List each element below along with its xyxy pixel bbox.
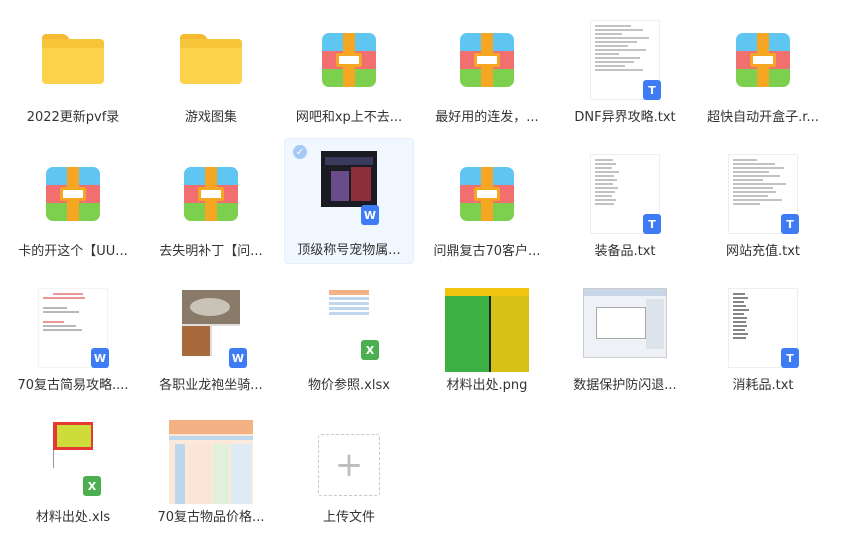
excel-badge-icon: X xyxy=(361,340,379,360)
archive-icon xyxy=(460,167,514,221)
file-name: 去失明补丁【问... xyxy=(159,244,263,259)
thumbnail: W xyxy=(25,288,121,378)
txt-badge-icon: T xyxy=(781,214,799,234)
thumbnail xyxy=(439,20,535,110)
file-tile[interactable]: W 各职业龙袍坐骑... xyxy=(146,278,276,404)
file-tile[interactable]: 游戏图集 xyxy=(146,10,276,136)
file-tile[interactable]: 最好用的连发，... xyxy=(422,10,552,136)
file-tile-selected[interactable]: ✓ W 顶级称号宠物属... xyxy=(284,138,414,264)
thumbnail: + xyxy=(301,420,397,510)
file-name: 卡的开这个【UU... xyxy=(18,244,128,259)
file-tile[interactable]: T 消耗品.txt xyxy=(698,278,828,404)
thumbnail xyxy=(301,20,397,110)
file-tile[interactable]: 网吧和xp上不去... xyxy=(284,10,414,136)
txt-badge-icon: T xyxy=(643,214,661,234)
upload-label: 上传文件 xyxy=(322,510,375,525)
folder-icon xyxy=(42,34,104,84)
word-badge-icon: W xyxy=(361,205,379,225)
thumbnail xyxy=(163,20,259,110)
file-name: 70复古物品价格... xyxy=(157,510,265,525)
table-image xyxy=(445,288,529,372)
word-badge-icon: W xyxy=(91,348,109,368)
file-tile[interactable]: 超快自动开盒子.r... xyxy=(698,10,828,136)
file-name: 2022更新pvf录 xyxy=(26,110,120,125)
archive-icon xyxy=(46,167,100,221)
plus-icon: + xyxy=(334,445,364,485)
file-name: 装备品.txt xyxy=(594,244,656,259)
price-table-image xyxy=(169,420,253,504)
upload-button[interactable]: + xyxy=(318,434,380,496)
file-name: 材料出处.xls xyxy=(35,510,111,525)
file-tile[interactable]: T 装备品.txt xyxy=(560,144,690,270)
thumbnail: T xyxy=(715,288,811,378)
thumbnail xyxy=(577,288,673,378)
thumbnail xyxy=(163,154,259,244)
txt-badge-icon: T xyxy=(781,348,799,368)
txt-badge-icon: T xyxy=(643,80,661,100)
dialog-screenshot-image xyxy=(583,288,667,358)
game-screenshot-image xyxy=(321,151,377,207)
file-name: 数据保护防闪退... xyxy=(573,378,677,393)
file-name: DNF异界攻略.txt xyxy=(574,110,676,125)
file-name: 网吧和xp上不去... xyxy=(295,110,403,125)
file-tile[interactable]: 材料出处.png xyxy=(422,278,552,404)
file-tile[interactable]: T 网站充值.txt xyxy=(698,144,828,270)
mount-image xyxy=(182,290,240,356)
file-tile[interactable]: 2022更新pvf录 xyxy=(8,10,138,136)
thumbnail: X xyxy=(25,420,121,510)
file-tile[interactable]: 去失明补丁【问... xyxy=(146,144,276,270)
file-name: 最好用的连发，... xyxy=(435,110,539,125)
file-name: 问鼎复古70客户... xyxy=(433,244,541,259)
file-tile[interactable]: X 材料出处.xls xyxy=(8,410,138,536)
excel-badge-icon: X xyxy=(83,476,101,496)
thumbnail xyxy=(715,20,811,110)
file-name: 游戏图集 xyxy=(184,110,237,125)
thumbnail: T xyxy=(577,154,673,244)
file-name: 顶级称号宠物属... xyxy=(297,243,401,258)
word-badge-icon: W xyxy=(229,348,247,368)
file-tile[interactable]: T DNF异界攻略.txt xyxy=(560,10,690,136)
file-tile[interactable]: 70复古物品价格... xyxy=(146,410,276,536)
thumbnail: W xyxy=(301,149,397,239)
file-tile[interactable]: X 物价参照.xlsx xyxy=(284,278,414,404)
thumbnail xyxy=(439,288,535,378)
file-tile[interactable]: 数据保护防闪退... xyxy=(560,278,690,404)
file-name: 超快自动开盒子.r... xyxy=(707,110,819,125)
thumbnail xyxy=(439,154,535,244)
file-tile[interactable]: 卡的开这个【UU... xyxy=(8,144,138,270)
file-name: 各职业龙袍坐骑... xyxy=(159,378,263,393)
file-name: 70复古简易攻略.... xyxy=(17,378,129,393)
archive-icon xyxy=(736,33,790,87)
thumbnail: T xyxy=(577,20,673,110)
thumbnail: W xyxy=(163,288,259,378)
upload-tile[interactable]: + 上传文件 xyxy=(284,410,414,536)
archive-icon xyxy=(460,33,514,87)
file-tile[interactable]: 问鼎复古70客户... xyxy=(422,144,552,270)
thumbnail: T xyxy=(715,154,811,244)
thumbnail xyxy=(163,420,259,510)
thumbnail xyxy=(25,154,121,244)
thumbnail: X xyxy=(301,288,397,378)
file-name: 网站充值.txt xyxy=(725,244,801,259)
file-name: 消耗品.txt xyxy=(732,378,794,393)
folder-icon xyxy=(180,34,242,84)
sheet-preview xyxy=(53,422,93,468)
thumbnail xyxy=(25,20,121,110)
archive-icon xyxy=(322,33,376,87)
file-tile[interactable]: W 70复古简易攻略.... xyxy=(8,278,138,404)
archive-icon xyxy=(184,167,238,221)
sheet-preview xyxy=(329,290,369,320)
file-name: 材料出处.png xyxy=(446,378,528,393)
file-name: 物价参照.xlsx xyxy=(308,378,390,393)
